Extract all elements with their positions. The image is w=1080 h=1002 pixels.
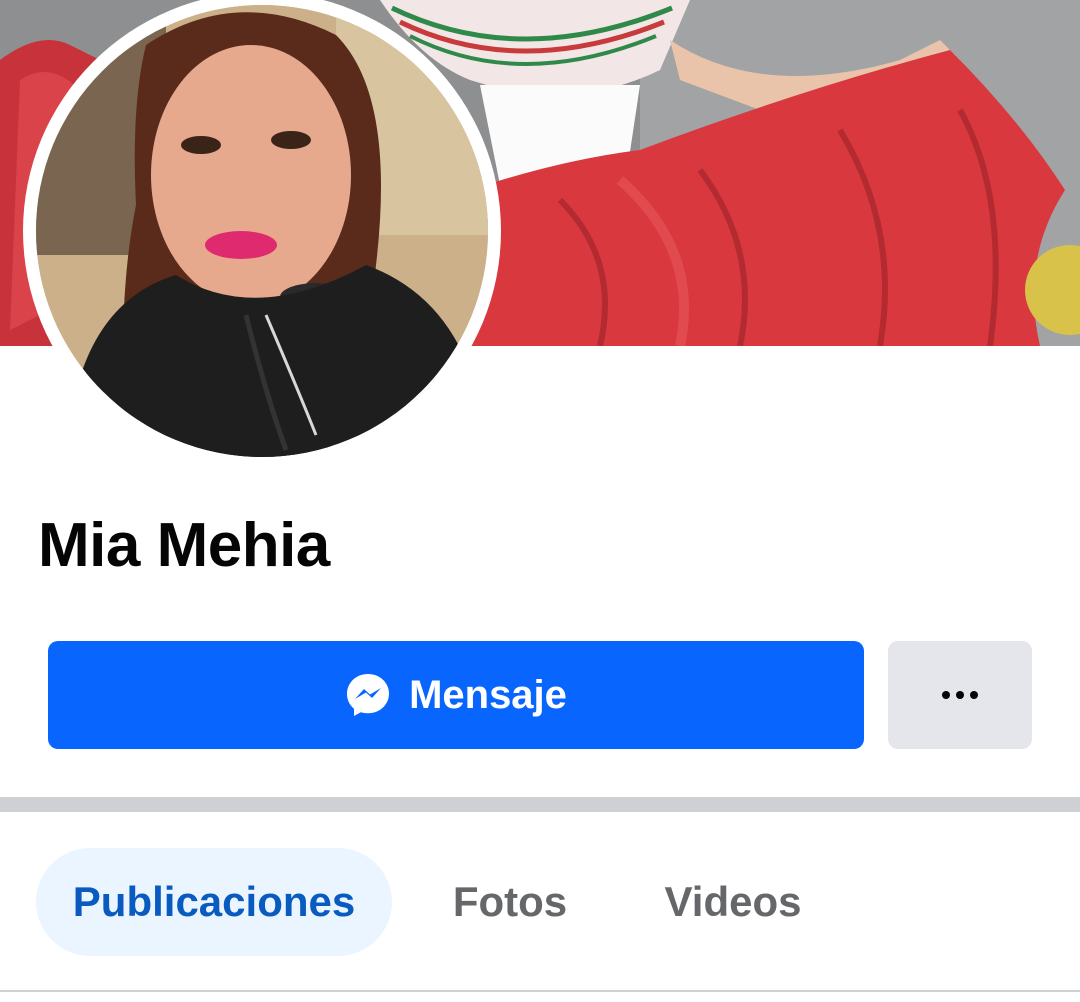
tab-videos[interactable]: Videos bbox=[640, 848, 826, 956]
message-button[interactable]: Mensaje bbox=[48, 641, 864, 749]
tab-fotos[interactable]: Fotos bbox=[430, 848, 590, 956]
profile-page: Mia Mehia Mensaje Publicaciones Fotos Vi… bbox=[0, 0, 1080, 1002]
section-divider bbox=[0, 797, 1080, 812]
message-button-label: Mensaje bbox=[409, 673, 567, 717]
profile-name: Mia Mehia bbox=[38, 511, 330, 580]
profile-picture[interactable] bbox=[36, 5, 488, 457]
profile-picture-image bbox=[36, 5, 488, 457]
tab-publicaciones[interactable]: Publicaciones bbox=[36, 848, 392, 956]
more-options-icon bbox=[942, 691, 978, 699]
messenger-icon bbox=[347, 674, 390, 716]
more-options-button[interactable] bbox=[888, 641, 1032, 749]
tabs-bottom-border bbox=[0, 990, 1080, 992]
profile-tabs: Publicaciones Fotos Videos bbox=[0, 848, 1080, 956]
